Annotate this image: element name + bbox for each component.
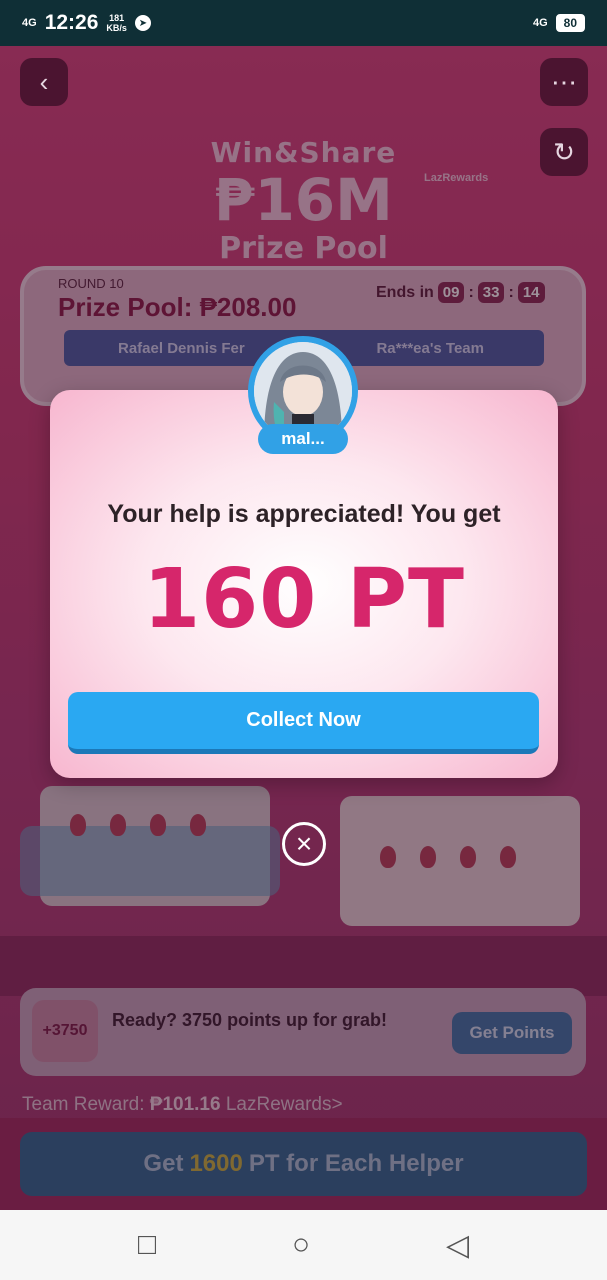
system-nav-bar: □ ○ ◁	[0, 1210, 607, 1280]
modal-message: Your help is appreciated! You get	[107, 500, 501, 528]
network-indicator-right: 4G	[532, 16, 548, 29]
collect-now-button[interactable]: Collect Now	[68, 692, 539, 754]
back-icon: ‹	[39, 66, 49, 97]
home-icon[interactable]: ○	[292, 1228, 310, 1262]
clock: 12:26	[44, 11, 99, 34]
network-speed: 181 KB/s	[106, 13, 127, 33]
refresh-icon: ↻	[553, 136, 575, 167]
refresh-button[interactable]: ↻	[540, 128, 588, 176]
earned-points: 160 PT	[143, 552, 465, 647]
back-button[interactable]: ‹	[20, 58, 68, 106]
status-bar: 4G 12:26 181 KB/s ➤ 4G 80	[0, 0, 607, 46]
close-icon: ×	[295, 828, 313, 859]
network-indicator: 4G	[22, 16, 37, 29]
telegram-icon: ➤	[134, 15, 151, 31]
battery-indicator: 80	[555, 14, 585, 32]
recent-apps-icon[interactable]: □	[138, 1228, 156, 1262]
more-button[interactable]: ⋯	[540, 58, 588, 106]
close-modal-button[interactable]: ×	[282, 822, 326, 866]
helper-name: mal...	[258, 424, 348, 454]
more-icon: ⋯	[551, 66, 577, 97]
back-nav-icon[interactable]: ◁	[446, 1228, 469, 1263]
